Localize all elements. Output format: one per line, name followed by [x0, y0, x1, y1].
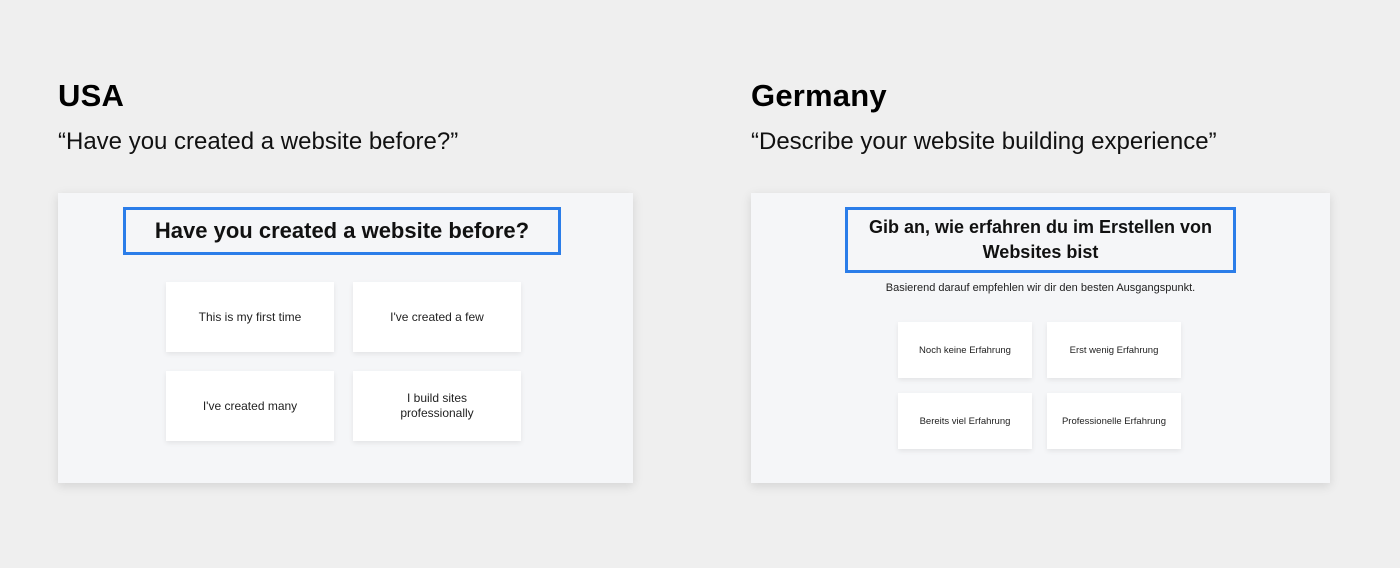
germany-option-button[interactable]: Professionelle Erfahrung [1047, 393, 1181, 449]
usa-question-text: Have you created a website before? [154, 218, 530, 243]
germany-question-highlight: Gib an, wie erfahren du im Erstellen von… [845, 207, 1236, 273]
germany-panel: Germany “Describe your website building … [751, 0, 1330, 568]
usa-option-button[interactable]: I build sites professionally [353, 371, 521, 441]
germany-option-label: Erst wenig Erfahrung [1069, 344, 1159, 356]
usa-option-label: I've created a few [390, 309, 484, 324]
germany-option-button[interactable]: Noch keine Erfahrung [898, 322, 1032, 378]
germany-heading: Germany [751, 78, 887, 113]
usa-question-highlight: Have you created a website before? [123, 207, 561, 255]
usa-onboarding-card: Have you created a website before? This … [58, 193, 633, 483]
usa-option-button[interactable]: I've created a few [353, 282, 521, 352]
usa-option-label: I've created many [202, 398, 298, 413]
usa-option-button[interactable]: This is my first time [166, 282, 334, 352]
germany-option-label: Bereits viel Erfahrung [919, 415, 1011, 427]
germany-hint-text: Basierend darauf empfehlen wir dir den b… [885, 282, 1196, 294]
germany-option-label: Noch keine Erfahrung [919, 344, 1011, 356]
germany-option-button[interactable]: Bereits viel Erfahrung [898, 393, 1032, 449]
usa-heading: USA [58, 78, 125, 113]
germany-question-text: Gib an, wie erfahren du im Erstellen von… [868, 217, 1213, 262]
germany-subtitle: “Describe your website building experien… [751, 128, 1217, 155]
usa-subtitle: “Have you created a website before?” [58, 128, 459, 155]
usa-option-button[interactable]: I've created many [166, 371, 334, 441]
usa-option-label: This is my first time [198, 309, 302, 324]
usa-panel: USA “Have you created a website before?”… [58, 0, 633, 568]
germany-onboarding-card: Gib an, wie erfahren du im Erstellen von… [751, 193, 1330, 483]
germany-option-button[interactable]: Erst wenig Erfahrung [1047, 322, 1181, 378]
usa-option-label: I build sites professionally [400, 391, 474, 420]
germany-option-label: Professionelle Erfahrung [1061, 415, 1167, 427]
